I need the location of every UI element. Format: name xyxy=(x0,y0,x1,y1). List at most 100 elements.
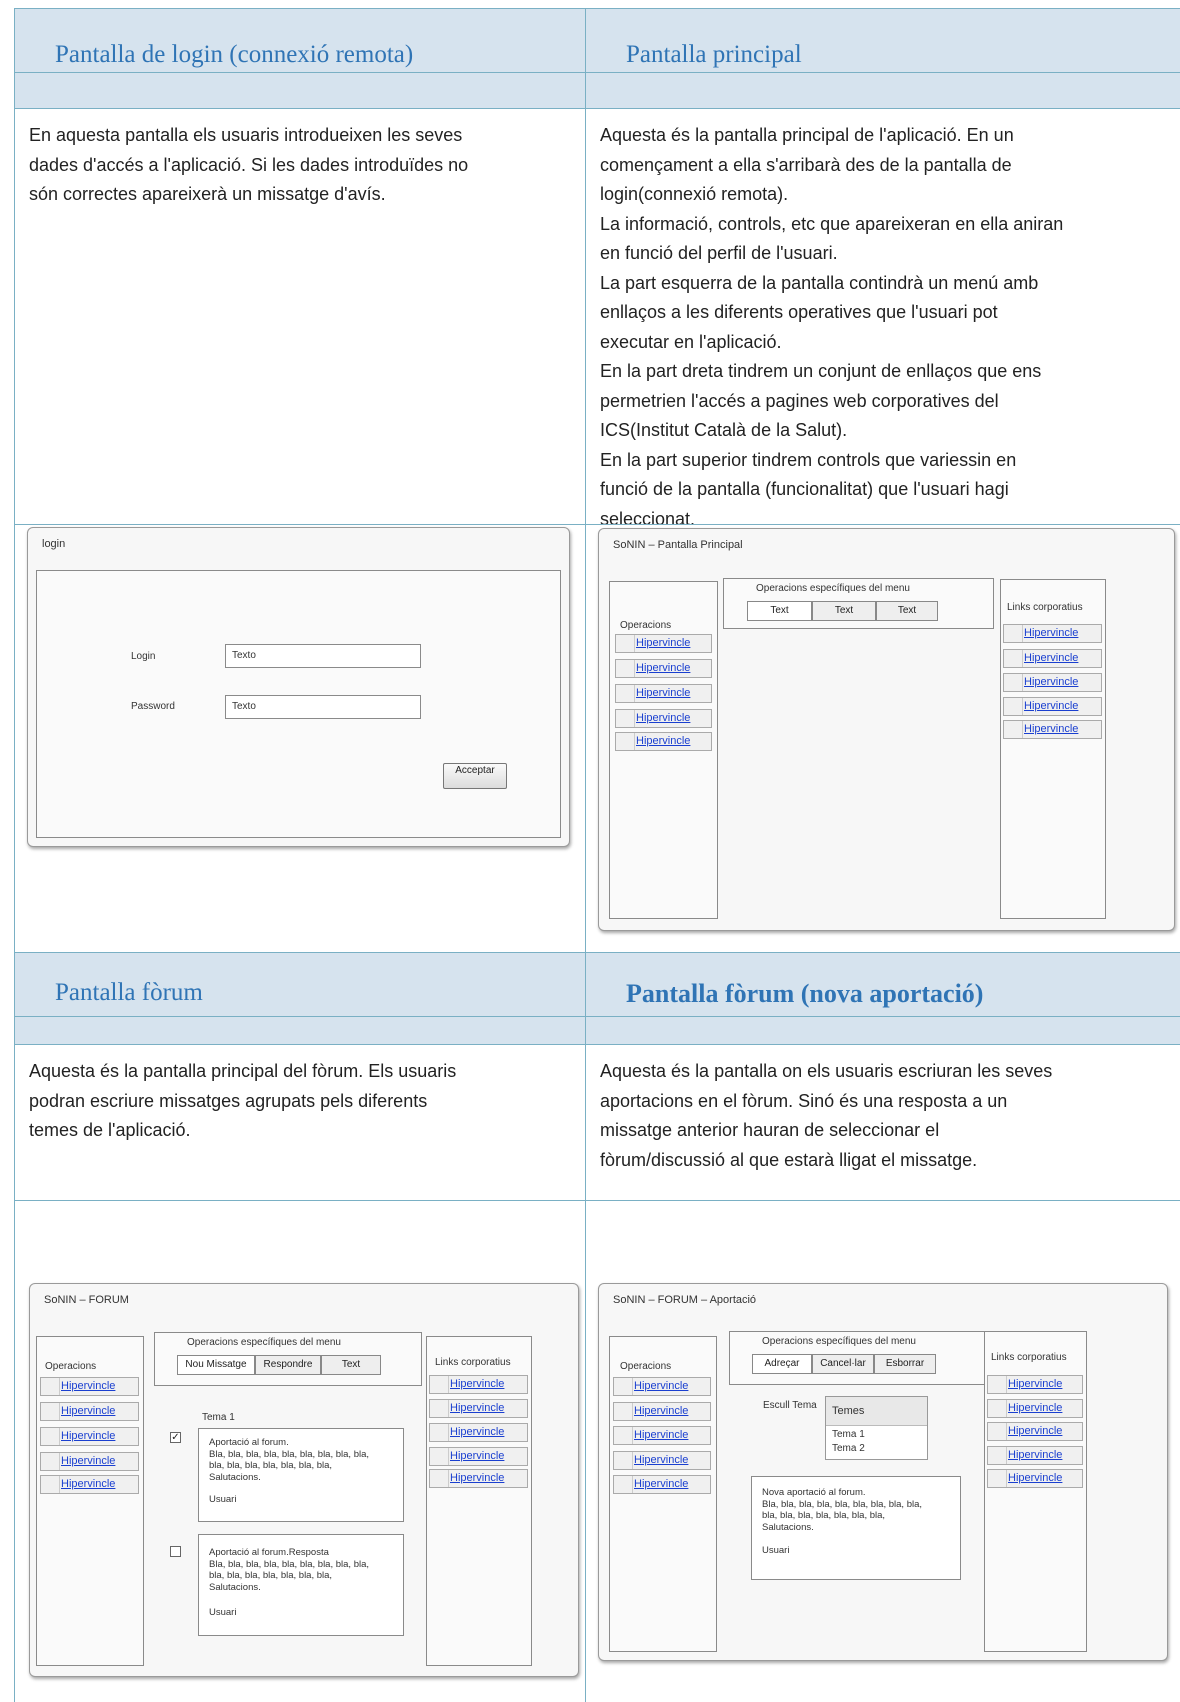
operation-link[interactable]: Hipervincle xyxy=(615,659,712,678)
login-input[interactable]: Texto xyxy=(225,644,421,668)
operation-link[interactable]: Hipervincle xyxy=(615,684,712,703)
principal-window: SoNIN – Pantalla Principal Operacions Hi… xyxy=(598,528,1175,931)
forum-post: Aportació al forum. Bla, bla, bla, bla, … xyxy=(198,1428,404,1522)
tab-3[interactable]: Text xyxy=(876,601,938,621)
tab-1[interactable]: Text xyxy=(747,601,812,621)
post-checkbox-checked[interactable]: ✓ xyxy=(170,1432,181,1443)
operations-panel: Operacions Hipervincle Hipervincle Hiper… xyxy=(609,581,718,919)
text-line: En aquesta pantalla els usuaris introdue… xyxy=(29,125,463,145)
operation-link[interactable]: Hipervincle xyxy=(40,1377,139,1396)
post-line: Bla, bla, bla, bla, bla, bla, bla, bla, … xyxy=(209,1448,370,1460)
post-line: Aportació al forum. xyxy=(209,1437,289,1448)
text-line: enllaços a les diferents operatives que … xyxy=(600,302,998,322)
link-bullet xyxy=(614,1378,633,1395)
link-bullet xyxy=(430,1400,449,1417)
mock-cell-forum-nova: SoNIN – FORUM – Aportació Operacions Hip… xyxy=(585,1200,1180,1702)
spacer-row xyxy=(14,72,585,108)
header-forum-nova: Pantalla fòrum (nova aportació) xyxy=(585,952,1180,1016)
operation-link[interactable]: Hipervincle xyxy=(613,1451,711,1470)
operation-link[interactable]: Hipervincle xyxy=(613,1377,711,1396)
header-login-title: Pantalla de login (connexió remota) xyxy=(55,41,414,68)
corporate-link[interactable]: Hipervincle xyxy=(1003,720,1102,739)
corporate-link[interactable]: Hipervincle xyxy=(987,1469,1083,1488)
operation-link[interactable]: Hipervincle xyxy=(613,1475,711,1494)
topics-list[interactable]: Temes Tema 1 Tema 2 xyxy=(825,1396,928,1460)
text-line: missatge anterior hauran de seleccionar … xyxy=(600,1120,940,1140)
link-bullet xyxy=(1004,698,1023,715)
password-label: Password xyxy=(131,701,175,712)
corporate-link[interactable]: Hipervincle xyxy=(987,1422,1083,1441)
tab-text[interactable]: Text xyxy=(321,1355,381,1375)
tab-cancel[interactable]: Cancel·lar xyxy=(812,1354,874,1374)
text-line: són correctes apareixerà un missatge d'a… xyxy=(29,184,386,204)
corporate-link[interactable]: Hipervincle xyxy=(429,1423,528,1442)
corporate-link[interactable]: Hipervincle xyxy=(1003,673,1102,692)
corporate-link[interactable]: Hipervincle xyxy=(429,1399,528,1418)
post-author: Usuari xyxy=(209,1494,237,1505)
choose-topic-label: Escull Tema xyxy=(763,1400,817,1411)
link-text: Hipervincle xyxy=(1008,1425,1063,1437)
corporate-links-panel: Links corporatius Hipervincle Hipervincl… xyxy=(984,1331,1087,1652)
spacer-row xyxy=(585,1016,1180,1044)
header-forum: Pantalla fòrum xyxy=(14,952,585,1016)
operation-link[interactable]: Hipervincle xyxy=(40,1402,139,1421)
corporate-link[interactable]: Hipervincle xyxy=(429,1375,528,1394)
corporate-link[interactable]: Hipervincle xyxy=(987,1446,1083,1465)
link-bullet xyxy=(614,1452,633,1469)
header-forum-nova-title: Pantalla fòrum (nova aportació) xyxy=(626,979,984,1008)
corporate-link[interactable]: Hipervincle xyxy=(1003,649,1102,668)
operation-link[interactable]: Hipervincle xyxy=(613,1402,711,1421)
new-post-textarea[interactable]: Nova aportació al forum. Bla, bla, bla, … xyxy=(751,1476,961,1580)
link-bullet xyxy=(41,1428,60,1445)
post-line: Nova aportació al forum. xyxy=(762,1487,866,1498)
link-bullet xyxy=(430,1376,449,1393)
link-bullet xyxy=(430,1424,449,1441)
link-text: Hipervincle xyxy=(634,1380,689,1392)
operation-link[interactable]: Hipervincle xyxy=(40,1427,139,1446)
corporate-link[interactable]: Hipervincle xyxy=(987,1375,1083,1394)
link-bullet xyxy=(41,1453,60,1470)
topic-option[interactable]: Tema 2 xyxy=(832,1443,865,1454)
link-bullet xyxy=(616,660,635,677)
corporate-link[interactable]: Hipervincle xyxy=(429,1447,528,1466)
post-author: Usuari xyxy=(762,1545,790,1556)
link-text: Hipervincle xyxy=(450,1378,505,1390)
text-line: Aquesta és la pantalla principal del fòr… xyxy=(29,1061,457,1081)
operations-panel: Operacions Hipervincle Hipervincle Hiper… xyxy=(36,1336,144,1666)
desc-login: En aquesta pantalla els usuaris introdue… xyxy=(14,108,585,524)
link-text: Hipervincle xyxy=(450,1472,505,1484)
operation-link[interactable]: Hipervincle xyxy=(615,709,712,728)
topics-header-label: Temes xyxy=(832,1405,865,1417)
tab-new-message[interactable]: Nou Missatge xyxy=(177,1355,255,1375)
accept-button[interactable]: Acceptar xyxy=(443,763,507,789)
corporate-link[interactable]: Hipervincle xyxy=(1003,697,1102,716)
text-line: temes de l'aplicació. xyxy=(29,1120,191,1140)
tab-reply[interactable]: Respondre xyxy=(255,1355,321,1375)
desc-forum-text: Aquesta és la pantalla principal del fòr… xyxy=(15,1045,585,1146)
header-principal-title: Pantalla principal xyxy=(626,41,802,68)
corporate-link[interactable]: Hipervincle xyxy=(429,1469,528,1488)
link-text: Hipervincle xyxy=(636,687,691,699)
operation-link[interactable]: Hipervincle xyxy=(615,732,712,751)
operation-link[interactable]: Hipervincle xyxy=(615,634,712,653)
post-line: Bla, bla, bla, bla, bla, bla, bla, bla, … xyxy=(762,1498,923,1510)
aportacio-window-title: SoNIN – FORUM – Aportació xyxy=(613,1294,757,1306)
post-checkbox-unchecked[interactable] xyxy=(170,1546,181,1557)
tab-2[interactable]: Text xyxy=(812,601,876,621)
corporate-links-title: Links corporatius xyxy=(991,1352,1067,1363)
aportacio-window: SoNIN – FORUM – Aportació Operacions Hip… xyxy=(598,1283,1168,1661)
topic-option[interactable]: Tema 1 xyxy=(832,1429,865,1440)
operation-link[interactable]: Hipervincle xyxy=(613,1426,711,1445)
link-bullet xyxy=(988,1447,1007,1464)
tab-send[interactable]: Adreçar xyxy=(752,1354,812,1374)
password-input[interactable]: Texto xyxy=(225,695,421,719)
operation-link[interactable]: Hipervincle xyxy=(40,1475,139,1494)
operation-link[interactable]: Hipervincle xyxy=(40,1452,139,1471)
corporate-link[interactable]: Hipervincle xyxy=(1003,624,1102,643)
corporate-link[interactable]: Hipervincle xyxy=(987,1399,1083,1418)
link-text: Hipervincle xyxy=(634,1478,689,1490)
tab-delete[interactable]: Esborrar xyxy=(874,1354,936,1374)
operations-title: Operacions xyxy=(620,1361,672,1372)
link-bullet xyxy=(988,1400,1007,1417)
desc-principal: Aquesta és la pantalla principal de l'ap… xyxy=(585,108,1180,529)
